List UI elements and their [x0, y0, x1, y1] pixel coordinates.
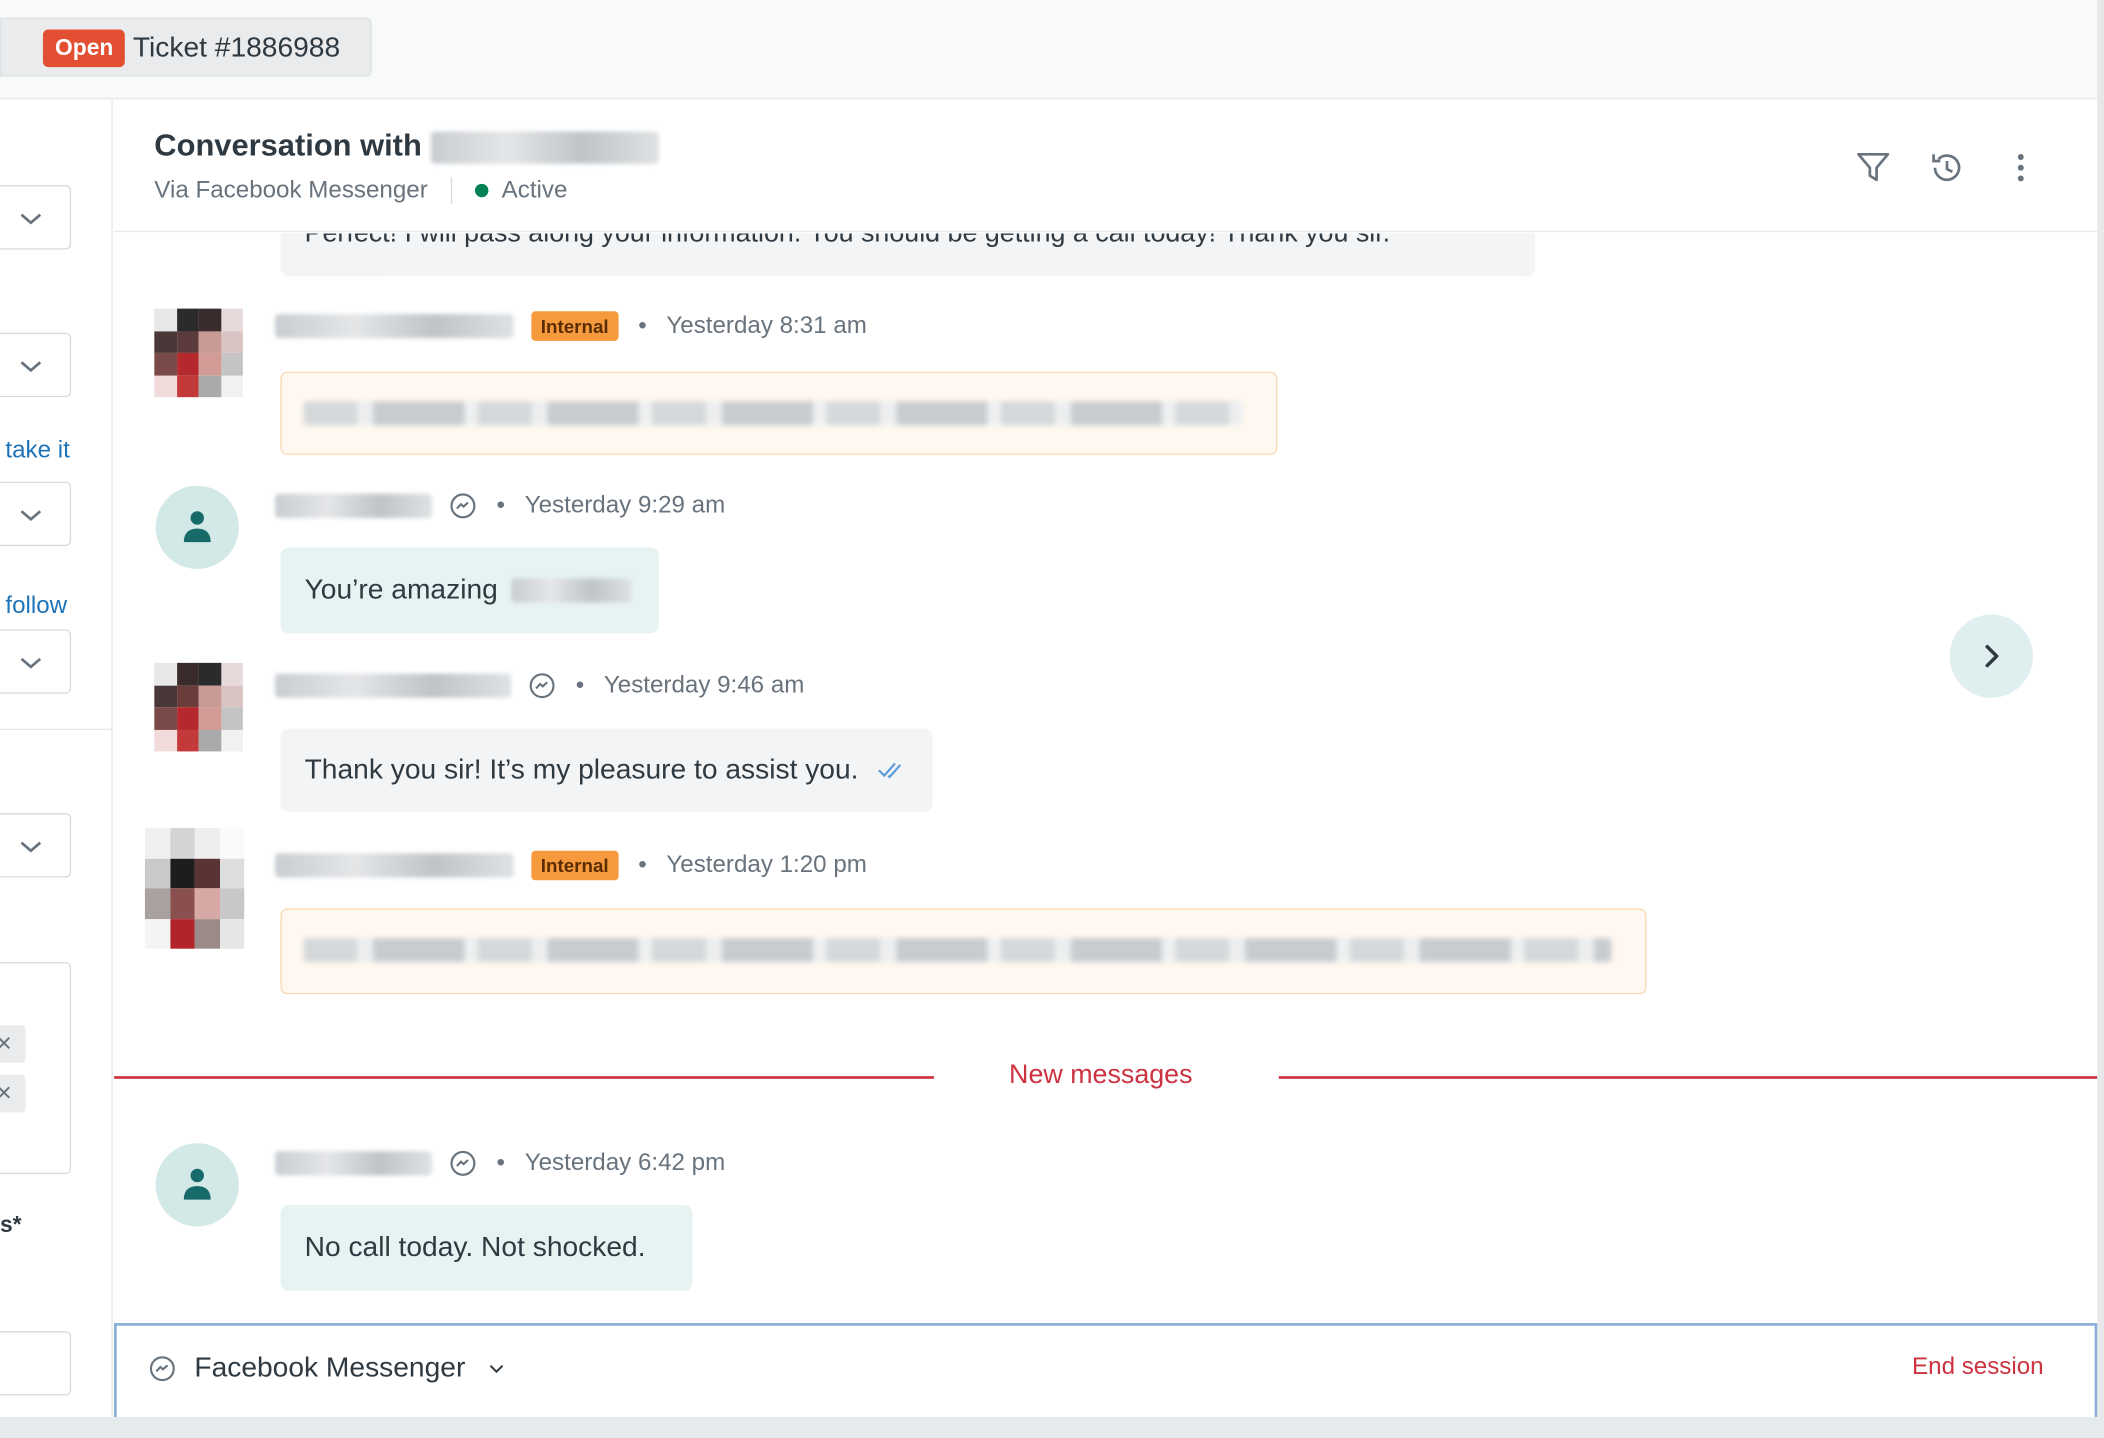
- agent-avatar: [154, 662, 243, 752]
- message-text: You’re amazing: [304, 574, 498, 606]
- channel-label: Facebook Messenger: [194, 1352, 466, 1384]
- message-time: Yesterday 6:42 pm: [524, 1148, 726, 1176]
- status-badge-open: Open: [42, 29, 126, 68]
- channel-selector[interactable]: Facebook Messenger: [149, 1353, 508, 1385]
- follow-link[interactable]: follow: [5, 592, 67, 620]
- chevron-down-icon: [489, 1365, 503, 1374]
- chevron-down-icon: [20, 510, 42, 522]
- ticket-title: Ticket #1886988: [132, 32, 341, 64]
- person-icon: [183, 1168, 211, 1200]
- redacted-name: [275, 673, 512, 699]
- redacted-text: [511, 578, 632, 604]
- message-meta: • Yesterday 6:42 pm: [275, 1149, 725, 1178]
- agent-message-bubble: Thank you sir! It’s my pleasure to assis…: [280, 728, 933, 812]
- message-list[interactable]: Perfect! I will pass along your informat…: [114, 233, 2098, 1324]
- new-messages-label: New messages: [1009, 1060, 1193, 1090]
- channel-label: Via Facebook Messenger: [154, 175, 428, 203]
- take-it-link[interactable]: take it: [5, 436, 69, 464]
- field-dropdown-5[interactable]: [0, 813, 72, 878]
- redacted-name: [430, 131, 659, 164]
- agent-message-bubble: Perfect! I will pass along your informat…: [280, 233, 1536, 277]
- message-text: Perfect! I will pass along your informat…: [304, 233, 1391, 249]
- redacted-text: [303, 401, 1243, 426]
- message-text: Thank you sir! It’s my pleasure to assis…: [304, 754, 859, 785]
- end-session-button[interactable]: End session: [1912, 1353, 2044, 1381]
- message-time: Yesterday 8:31 am: [666, 311, 867, 339]
- ticket-tab[interactable]: Open Ticket #1886988: [0, 17, 372, 77]
- messenger-icon: [450, 1151, 476, 1177]
- divider: [0, 728, 112, 730]
- divider: [450, 177, 452, 205]
- internal-note-bubble: [280, 371, 1278, 455]
- message-time: Yesterday 1:20 pm: [666, 850, 867, 878]
- user-avatar: [155, 1143, 239, 1227]
- more-options-icon[interactable]: [2001, 148, 2041, 188]
- composer-bar[interactable]: Facebook Messenger End session: [114, 1323, 2098, 1417]
- redacted-name: [275, 494, 433, 519]
- bottom-strip: [0, 1416, 2104, 1438]
- field-dropdown-4[interactable]: [0, 629, 72, 694]
- internal-note-bubble: [280, 908, 1647, 995]
- field-label: s*: [0, 1211, 22, 1238]
- read-receipt-icon: [877, 763, 901, 780]
- messenger-icon: [529, 673, 555, 699]
- chevron-down-icon: [20, 657, 42, 669]
- ticket-properties-panel: take it follow × × s*: [0, 100, 113, 1438]
- filter-icon[interactable]: [1853, 148, 1893, 188]
- text-field[interactable]: [0, 1331, 72, 1396]
- new-messages-divider: [114, 1076, 934, 1079]
- field-dropdown-2[interactable]: [0, 332, 72, 398]
- next-conversation-button[interactable]: [1949, 614, 2033, 698]
- message-time: Yesterday 9:29 am: [524, 491, 726, 518]
- redacted-text: [303, 937, 1612, 963]
- person-icon: [183, 511, 211, 543]
- message-time: Yesterday 9:46 am: [603, 670, 805, 698]
- message-meta: • Yesterday 9:29 am: [275, 491, 725, 520]
- redacted-name: [275, 1151, 433, 1176]
- title-prefix: Conversation with: [154, 127, 422, 163]
- window-edge: [2097, 0, 2104, 1438]
- history-icon[interactable]: [1927, 148, 1967, 188]
- agent-avatar: [144, 827, 245, 949]
- conversation-title: Conversation with: [154, 127, 659, 164]
- chevron-down-icon: [20, 841, 42, 853]
- message-meta: Internal • Yesterday 8:31 am: [275, 311, 867, 342]
- internal-badge: Internal: [531, 851, 619, 881]
- user-avatar: [155, 485, 239, 569]
- user-message-bubble: No call today. Not shocked.: [280, 1204, 693, 1291]
- chevron-down-icon: [20, 213, 42, 225]
- ticket-tab-bar: Open Ticket #1886988: [0, 0, 2104, 100]
- remove-tag-icon[interactable]: ×: [0, 1025, 26, 1063]
- chevron-down-icon: [20, 361, 42, 373]
- message-meta: • Yesterday 9:46 am: [275, 671, 804, 700]
- message-text: No call today. Not shocked.: [304, 1231, 646, 1263]
- redacted-name: [275, 314, 514, 339]
- user-message-bubble: You’re amazing: [280, 547, 659, 634]
- remove-tag-icon[interactable]: ×: [0, 1074, 26, 1113]
- conversation-meta: Via Facebook Messenger Active: [154, 176, 567, 205]
- field-dropdown-3[interactable]: [0, 481, 72, 547]
- chevron-right-icon: [1985, 645, 1999, 668]
- field-dropdown-1[interactable]: [0, 185, 72, 250]
- agent-avatar: [154, 308, 243, 398]
- conversation-header: Conversation with Via Facebook Messenger…: [114, 100, 2098, 233]
- new-messages-divider: [1278, 1076, 2098, 1079]
- active-status-dot: [474, 184, 489, 198]
- session-status: Active: [501, 175, 568, 203]
- messenger-icon: [450, 493, 476, 519]
- message-meta: Internal • Yesterday 1:20 pm: [275, 851, 867, 881]
- redacted-name: [275, 853, 514, 878]
- tags-field[interactable]: × ×: [0, 962, 72, 1175]
- messenger-icon: [149, 1356, 175, 1382]
- internal-badge: Internal: [531, 311, 619, 342]
